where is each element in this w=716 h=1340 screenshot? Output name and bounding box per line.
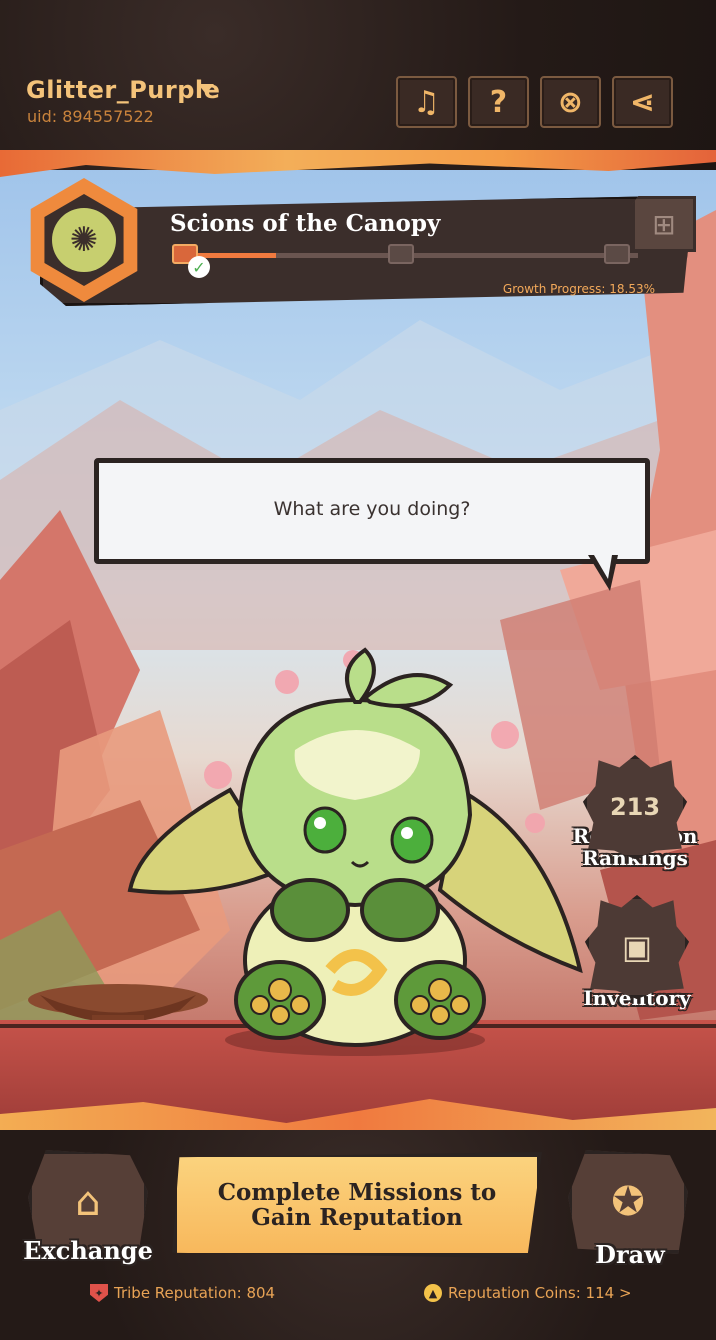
chevron-down-icon[interactable] (198, 84, 214, 94)
exchange-label[interactable]: Exchange (18, 1236, 158, 1265)
backpack-icon-glyph: ▣ (621, 928, 653, 966)
player-uid: uid: 894557522 (27, 107, 154, 126)
reputation-rankings-button[interactable]: 213 Reputation Rankings (560, 755, 710, 869)
share-button[interactable]: ⋖ (612, 76, 673, 128)
speech-bubble-tail-fill (594, 555, 612, 579)
checkmark-icon: ✓ (188, 256, 210, 278)
dialogue-text: What are you doing? (273, 498, 471, 520)
player-name[interactable]: Glitter_Purple (26, 76, 220, 104)
backpack-icon: ▣ (585, 895, 689, 999)
growth-progress-label: Growth Progress: 18.53% (502, 282, 655, 296)
complete-missions-line2: Gain Reputation (251, 1204, 463, 1231)
complete-missions-label: Complete Missions to Gain Reputation (207, 1180, 507, 1230)
map-button[interactable]: ⊗ (540, 76, 601, 128)
gacha-icon: ✪ (611, 1179, 645, 1225)
share-icon: ⋖ (629, 84, 656, 120)
top-toolbar: ♫ ? ⊗ ⋖ (396, 76, 673, 128)
pet-creature[interactable] (120, 640, 590, 1060)
tribe-name: Scions of the Canopy (170, 210, 441, 237)
draw-label[interactable]: Draw (560, 1240, 700, 1269)
game-screen: Glitter_Purple uid: 894557522 ♫ ? ⊗ ⋖ ✺ … (0, 0, 716, 1340)
gift-button[interactable]: ⊞ (632, 196, 696, 252)
music-note-icon: ♫ (413, 84, 440, 120)
podium-icon-label: 213 (609, 793, 661, 821)
complete-missions-line1: Complete Missions to (217, 1179, 497, 1206)
tribe-emblem-icon[interactable]: ✺ (52, 208, 116, 272)
question-mark-icon: ? (489, 84, 508, 120)
gift-box-icon: ⊞ (652, 207, 676, 241)
tribe-reputation-text: Tribe Reputation: 804 (114, 1284, 276, 1302)
milestone-chest-2[interactable] (388, 244, 414, 264)
market-stall-icon: ⌂ (75, 1179, 101, 1225)
reputation-coins-text[interactable]: Reputation Coins: 114 > (448, 1284, 632, 1302)
milestone-chest-3[interactable] (604, 244, 630, 264)
tribe-reputation-stat: ✦ Tribe Reputation: 804 (90, 1284, 275, 1302)
reputation-coins-stat[interactable]: ▲ Reputation Coins: 114 > (424, 1284, 632, 1302)
help-button[interactable]: ? (468, 76, 529, 128)
coin-icon: ▲ (424, 1284, 442, 1302)
draw-button[interactable]: ✪ (568, 1150, 688, 1254)
shield-icon: ✦ (90, 1284, 108, 1302)
podium-icon: 213 (583, 755, 687, 859)
inventory-button[interactable]: ▣ Inventory (562, 895, 712, 1009)
music-button[interactable]: ♫ (396, 76, 457, 128)
complete-missions-button[interactable]: Complete Missions to Gain Reputation (172, 1152, 542, 1258)
map-icon: ⊗ (557, 84, 584, 120)
